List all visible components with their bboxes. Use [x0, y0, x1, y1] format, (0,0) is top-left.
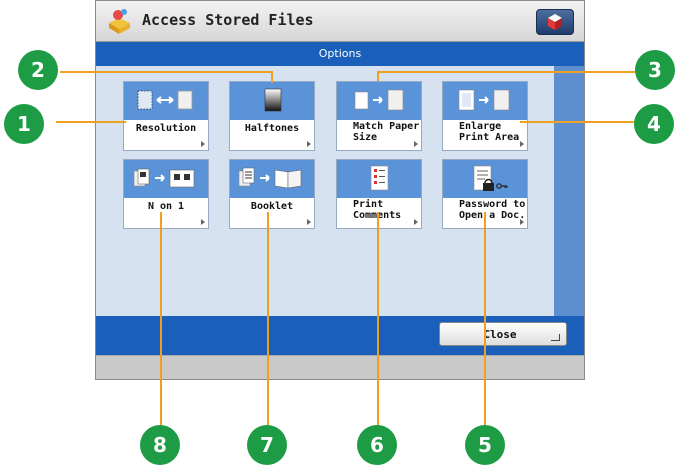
leader-line-2b — [271, 71, 273, 83]
side-panel — [554, 66, 584, 316]
chevron-right-icon — [307, 141, 311, 147]
leader-line-3 — [377, 71, 635, 73]
halftones-icon — [264, 88, 282, 112]
print-comments-button[interactable]: Print Comments — [336, 159, 422, 229]
stored-files-icon — [109, 9, 130, 34]
enlarge-print-area-icon — [458, 89, 510, 111]
callout-8: 8 — [140, 425, 180, 465]
leader-line-6 — [377, 212, 379, 429]
cube-icon — [548, 14, 562, 30]
booklet-button[interactable]: Booklet — [229, 159, 315, 229]
main-menu-button[interactable] — [536, 9, 574, 35]
leader-line-4 — [520, 121, 636, 123]
leader-line-8 — [160, 212, 162, 429]
leader-line-3b — [377, 71, 379, 81]
chevron-right-icon — [307, 219, 311, 225]
chevron-right-icon — [414, 219, 418, 225]
window-title: Access Stored Files — [142, 11, 314, 29]
close-label: Close — [483, 328, 517, 341]
callout-6: 6 — [357, 425, 397, 465]
leader-line-5 — [484, 212, 486, 429]
chevron-right-icon — [520, 141, 524, 147]
button-label: Print Comments — [353, 199, 401, 221]
n-on-1-icon — [133, 168, 195, 188]
device-screen: Access Stored Files Options Resolution H… — [95, 0, 585, 380]
leader-line-7 — [267, 212, 269, 429]
print-comments-icon — [370, 165, 389, 191]
leader-line-2 — [60, 71, 272, 73]
enlarge-print-area-button[interactable]: Enlarge Print Area — [442, 81, 528, 151]
chevron-right-icon — [520, 219, 524, 225]
callout-4: 4 — [634, 104, 674, 144]
button-label: Booklet — [250, 201, 294, 212]
halftones-button[interactable]: Halftones — [229, 81, 315, 151]
button-label: Halftones — [244, 123, 300, 134]
resolution-button[interactable]: Resolution — [123, 81, 209, 151]
chevron-right-icon — [414, 141, 418, 147]
chevron-right-icon — [201, 219, 205, 225]
match-paper-size-button[interactable]: Match Paper Size — [336, 81, 422, 151]
button-label: N on 1 — [147, 201, 185, 212]
return-icon — [551, 334, 560, 341]
chevron-right-icon — [201, 141, 205, 147]
n-on-1-button[interactable]: N on 1 — [123, 159, 209, 229]
password-doc-icon — [473, 165, 508, 191]
match-paper-size-icon — [354, 89, 404, 111]
button-label: Resolution — [135, 123, 197, 134]
options-title: Options — [318, 47, 362, 60]
callout-7: 7 — [247, 425, 287, 465]
callout-3: 3 — [635, 50, 675, 90]
resolution-icon — [137, 90, 193, 110]
close-button[interactable]: Close — [439, 322, 567, 346]
booklet-icon — [238, 167, 302, 189]
callout-1: 1 — [4, 104, 44, 144]
button-label: Match Paper Size — [353, 121, 420, 143]
callout-5: 5 — [465, 425, 505, 465]
status-bar — [96, 355, 584, 379]
button-label: Enlarge Print Area — [459, 121, 520, 143]
title-bar: Access Stored Files — [96, 1, 584, 42]
callout-2: 2 — [18, 50, 58, 90]
leader-line-1 — [56, 121, 126, 123]
